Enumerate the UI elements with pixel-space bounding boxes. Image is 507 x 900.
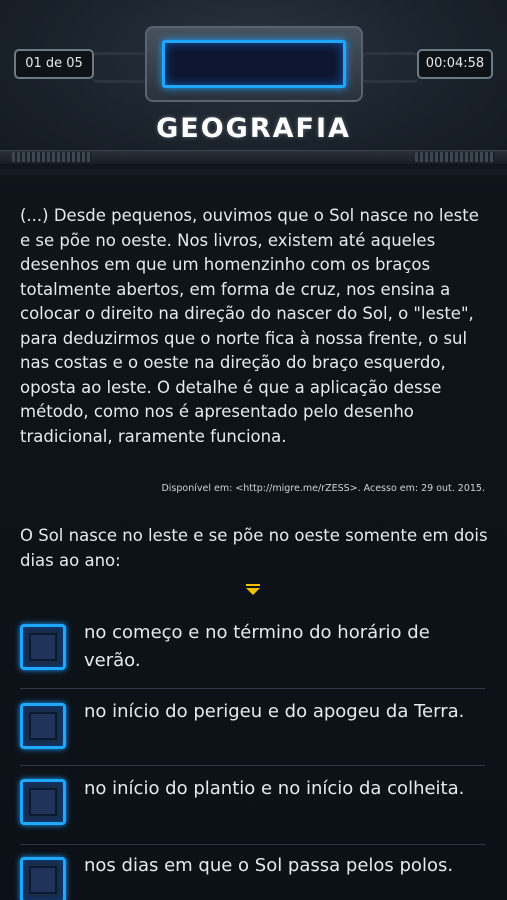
vent-grill-left [12,152,92,162]
passage-text: (...) Desde pequenos, ouvimos que o Sol … [20,206,479,446]
checkbox-icon[interactable] [20,857,66,900]
answer-option-d[interactable]: nos dias em que o Sol passa pelos polos. [0,852,507,900]
checkbox-icon[interactable] [20,624,66,670]
subject-title: GEOGRAFIA [156,113,351,144]
status-display-frame [145,26,363,102]
answer-option-c[interactable]: no início do plantio e no início da colh… [0,775,507,853]
passage-source: Disponível em: <http://migre.me/rZESS>. … [161,483,485,494]
question-text: O Sol nasce no leste e se põe no oeste s… [20,526,488,570]
timer-display: 00:04:58 [417,49,493,79]
option-divider [20,688,485,689]
option-divider [20,765,485,766]
checkbox-icon[interactable] [20,703,66,749]
answer-option-label[interactable]: no início do perigeu e do apogeu da Terr… [84,698,484,726]
answer-option-label[interactable]: nos dias em que o Sol passa pelos polos. [84,852,484,880]
question-counter: 01 de 05 [14,49,94,79]
quiz-screen: 01 de 05 00:04:58 GEOGRAFIA (...) Desde … [0,0,507,900]
status-display-screen [162,40,346,88]
answer-option-b[interactable]: no início do perigeu e do apogeu da Terr… [0,697,507,775]
cable-decoration-right-lower [360,62,419,83]
chevron-down-icon[interactable] [246,588,260,595]
header-bottom-edge [0,164,507,175]
header-panel: 01 de 05 00:04:58 GEOGRAFIA [0,0,507,175]
scroll-down-indicator-bar [246,584,260,586]
option-divider [20,844,485,845]
checkbox-icon[interactable] [20,779,66,825]
answer-option-label[interactable]: no começo e no término do horário de ver… [84,619,484,675]
answer-option-a[interactable]: no começo e no término do horário de ver… [0,618,507,696]
answer-option-label[interactable]: no início do plantio e no início da colh… [84,775,484,803]
cable-decoration-left-lower [92,62,151,83]
vent-grill-right [415,152,495,162]
